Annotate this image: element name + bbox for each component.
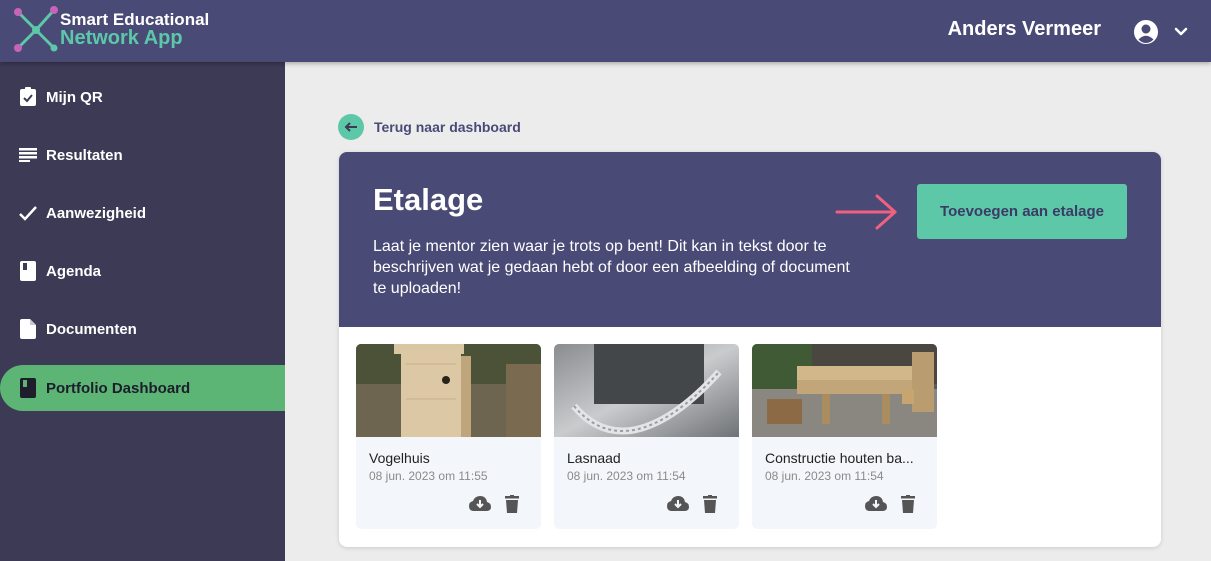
sidebar-item-aanwezigheid[interactable]: Aanwezigheid bbox=[0, 190, 285, 236]
item-actions bbox=[469, 494, 523, 514]
chevron-down-icon bbox=[1174, 27, 1188, 36]
item-actions bbox=[667, 494, 721, 514]
birdhouse-thumbnail bbox=[356, 344, 541, 437]
item-title: Constructie houten ba... bbox=[765, 450, 914, 466]
showcase-items: Vogelhuis 08 jun. 2023 om 11:55 Lasnaad … bbox=[356, 344, 937, 529]
back-link-label: Terug naar dashboard bbox=[374, 119, 521, 135]
back-to-dashboard-link[interactable]: Terug naar dashboard bbox=[338, 114, 521, 140]
list-lines-icon bbox=[18, 145, 38, 165]
sidebar-item-portfolio-dashboard[interactable]: Portfolio Dashboard bbox=[0, 365, 285, 411]
add-to-showcase-button[interactable]: Toevoegen aan etalage bbox=[917, 184, 1127, 239]
app-title-line2: Network App bbox=[60, 27, 183, 49]
book-icon bbox=[18, 378, 38, 398]
showcase-item[interactable]: Lasnaad 08 jun. 2023 om 11:54 bbox=[554, 344, 739, 529]
top-header: Smart Educational Network App Anders Ver… bbox=[0, 0, 1211, 62]
weld-seam-thumbnail bbox=[554, 344, 739, 437]
cloud-download-icon[interactable] bbox=[667, 494, 689, 514]
network-logo-icon[interactable] bbox=[10, 6, 60, 54]
cloud-download-icon[interactable] bbox=[469, 494, 491, 514]
sidebar-item-label: Portfolio Dashboard bbox=[46, 379, 191, 397]
showcase-item[interactable]: Vogelhuis 08 jun. 2023 om 11:55 bbox=[356, 344, 541, 529]
trash-icon[interactable] bbox=[897, 494, 919, 514]
user-name: Anders Vermeer bbox=[947, 18, 1101, 40]
arrow-left-icon bbox=[338, 114, 364, 140]
trash-icon[interactable] bbox=[699, 494, 721, 514]
showcase-description: Laat je mentor zien waar je trots op ben… bbox=[373, 238, 850, 297]
page-title: Etalage bbox=[373, 182, 484, 217]
sidebar-item-resultaten[interactable]: Resultaten bbox=[0, 132, 285, 178]
showcase-hero: Etalage Laat je mentor zien waar je trot… bbox=[339, 152, 1161, 327]
sidebar: Mijn QR Resultaten Aanwezigheid Agenda D… bbox=[0, 62, 285, 561]
item-actions bbox=[865, 494, 919, 514]
item-date: 08 jun. 2023 om 11:54 bbox=[765, 469, 884, 483]
sidebar-item-agenda[interactable]: Agenda bbox=[0, 248, 285, 294]
item-date: 08 jun. 2023 om 11:54 bbox=[567, 469, 686, 483]
wooden-bench-thumbnail bbox=[752, 344, 937, 437]
showcase-card: Etalage Laat je mentor zien waar je trot… bbox=[339, 152, 1161, 547]
clipboard-check-icon bbox=[18, 87, 38, 107]
sidebar-item-label: Resultaten bbox=[46, 146, 123, 164]
item-title: Lasnaad bbox=[567, 450, 621, 466]
file-icon bbox=[18, 319, 38, 339]
app-title[interactable]: Smart Educational Network App bbox=[60, 10, 209, 48]
showcase-item[interactable]: Constructie houten ba... 08 jun. 2023 om… bbox=[752, 344, 937, 529]
user-menu-button[interactable] bbox=[1133, 19, 1189, 45]
cloud-download-icon[interactable] bbox=[865, 494, 887, 514]
item-title: Vogelhuis bbox=[369, 450, 430, 466]
sidebar-item-mijn-qr[interactable]: Mijn QR bbox=[0, 74, 285, 120]
book-icon bbox=[18, 261, 38, 281]
sidebar-item-documenten[interactable]: Documenten bbox=[0, 306, 285, 352]
sidebar-item-label: Mijn QR bbox=[46, 88, 103, 106]
item-date: 08 jun. 2023 om 11:55 bbox=[369, 469, 488, 483]
arrow-right-icon bbox=[835, 194, 897, 230]
sidebar-item-label: Documenten bbox=[46, 320, 137, 338]
sidebar-item-label: Agenda bbox=[46, 262, 102, 280]
sidebar-item-label: Aanwezigheid bbox=[46, 204, 147, 222]
checkmark-icon bbox=[18, 203, 38, 223]
trash-icon[interactable] bbox=[501, 494, 523, 514]
user-circle-icon bbox=[1134, 20, 1158, 44]
